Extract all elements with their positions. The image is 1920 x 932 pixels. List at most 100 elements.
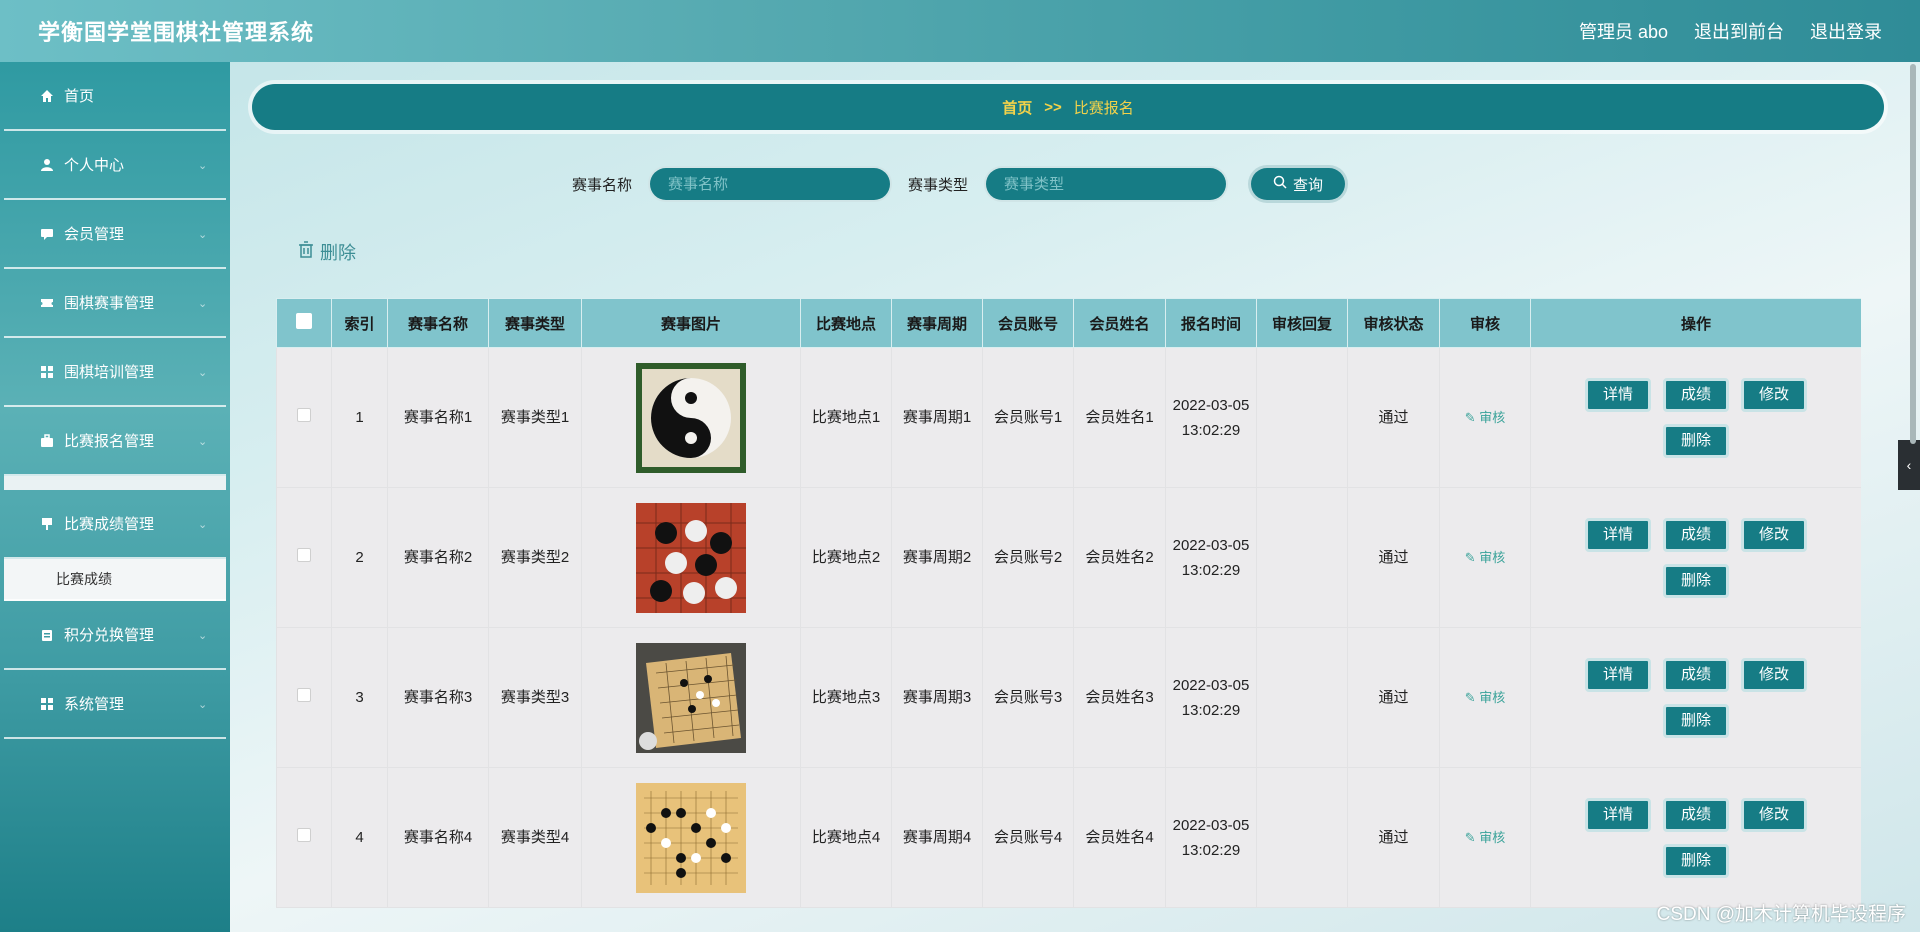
audit-link[interactable]: ✎ 审核 [1465,550,1506,565]
row-checkbox[interactable] [297,688,311,702]
batch-delete-button[interactable]: 删除 [298,239,356,265]
chevron-down-icon: ⌄ [198,629,208,642]
index-cell: 4 [331,767,388,908]
table-row: 3 赛事名称3 赛事类型3 比赛地点3 赛事周期3 会员账号3 会员姓名3 20… [276,627,1861,768]
signup-time-cell: 2022-03-05 13:02:29 [1165,767,1257,908]
audit-reply-cell [1256,347,1348,488]
sidebar-item-label: 积分兑换管理 [64,627,155,644]
audit-label: 审核 [1479,410,1506,425]
sidebar-item-label: 会员管理 [64,226,125,243]
audit-link[interactable]: ✎ 审核 [1465,830,1506,845]
delete-button[interactable]: 删除 [1663,843,1729,878]
event-type-cell: 赛事类型2 [488,487,582,628]
breadcrumb-current: 比赛报名 [1073,99,1134,117]
column-header: 审核状态 [1347,298,1440,348]
signup-time-cell: 2022-03-05 13:02:29 [1165,627,1257,768]
index-cell: 2 [331,487,388,628]
sidebar-item-event-management[interactable]: 围棋赛事管理 ⌄ [4,269,226,338]
audit-link[interactable]: ✎ 审核 [1465,410,1506,425]
column-header: 赛事名称 [387,298,489,348]
audit-status-cell: 通过 [1347,347,1440,488]
row-checkbox[interactable] [297,828,311,842]
row-checkbox[interactable] [297,408,311,422]
chevron-down-icon: ⌄ [198,366,208,379]
sidebar-item-points-management[interactable]: 积分兑换管理 ⌄ [4,601,226,670]
event-name-label: 赛事名称 [571,176,632,194]
event-image [636,502,746,613]
column-header: 赛事周期 [891,298,983,348]
place-cell: 比赛地点3 [800,627,892,768]
place-cell: 比赛地点1 [800,347,892,488]
edit-button[interactable]: 修改 [1741,657,1807,692]
column-header: 操作 [1530,298,1861,348]
sidebar-item-score-management[interactable]: 比赛成绩管理 ⌄ [4,490,226,559]
event-name-input[interactable] [648,166,892,202]
chevron-down-icon: ⌄ [198,518,208,531]
edit-button[interactable]: 修改 [1741,797,1807,832]
grid-icon [38,695,56,713]
sidebar-item-registration-management[interactable]: 比赛报名管理 ⌄ [4,407,226,476]
sidebar-divider [4,476,226,490]
period-cell: 赛事周期4 [891,767,983,908]
column-header: 比赛地点 [800,298,892,348]
column-header: 审核回复 [1256,298,1348,348]
signup-time-cell: 2022-03-05 13:02:29 [1165,487,1257,628]
chevron-down-icon: ⌄ [198,698,208,711]
signup-time-cell: 2022-03-05 13:02:29 [1165,347,1257,488]
score-button[interactable]: 成绩 [1663,377,1729,412]
index-cell: 1 [331,347,388,488]
member-name-cell: 会员姓名2 [1073,487,1166,628]
row-checkbox[interactable] [297,548,311,562]
grid-icon [38,363,56,381]
column-header: 会员姓名 [1073,298,1166,348]
detail-button[interactable]: 详情 [1585,797,1651,832]
exit-to-front-link[interactable]: 退出到前台 [1694,18,1784,44]
event-image [636,362,746,473]
breadcrumb: 首页 >> 比赛报名 [252,84,1884,130]
sidebar-item-home[interactable]: 首页 [4,62,226,131]
row-actions: 详情 成绩 修改 删除 [1576,377,1816,458]
detail-button[interactable]: 详情 [1585,517,1651,552]
sidebar-item-label: 比赛成绩管理 [64,516,155,533]
period-cell: 赛事周期2 [891,487,983,628]
sidebar-item-member-management[interactable]: 会员管理 ⌄ [4,200,226,269]
table-row: 4 赛事名称4 赛事类型4 比赛地点4 赛事周期4 会员账号4 会员姓名4 20… [276,767,1861,908]
clipboard-icon [38,626,56,644]
audit-reply-cell [1256,487,1348,628]
sidebar-item-training-management[interactable]: 围棋培训管理 ⌄ [4,338,226,407]
audit-link[interactable]: ✎ 审核 [1465,690,1506,705]
column-header: 赛事图片 [581,298,801,348]
header-actions: 管理员 abo 退出到前台 退出登录 [1579,18,1882,44]
score-button[interactable]: 成绩 [1663,517,1729,552]
batch-delete-label: 删除 [320,243,356,263]
delete-button[interactable]: 删除 [1663,423,1729,458]
score-button[interactable]: 成绩 [1663,657,1729,692]
briefcase-icon [38,432,56,450]
query-button[interactable]: 查询 [1248,165,1349,203]
event-image [636,642,746,753]
delete-button[interactable]: 删除 [1663,703,1729,738]
column-header: 索引 [331,298,388,348]
select-all-checkbox[interactable] [296,313,312,329]
delete-button[interactable]: 删除 [1663,563,1729,598]
detail-button[interactable]: 详情 [1585,377,1651,412]
edit-button[interactable]: 修改 [1741,377,1807,412]
account-cell: 会员账号4 [982,767,1074,908]
event-type-cell: 赛事类型3 [488,627,582,768]
audit-status-cell: 通过 [1347,767,1440,908]
account-cell: 会员账号2 [982,487,1074,628]
logout-link[interactable]: 退出登录 [1810,18,1882,44]
breadcrumb-home[interactable]: 首页 [1002,97,1032,118]
select-all-cell[interactable] [276,298,332,348]
event-type-input[interactable] [984,166,1229,202]
row-actions: 详情 成绩 修改 删除 [1576,657,1816,738]
audit-reply-cell [1256,767,1348,908]
detail-button[interactable]: 详情 [1585,657,1651,692]
score-button[interactable]: 成绩 [1663,797,1729,832]
edit-button[interactable]: 修改 [1741,517,1807,552]
scrollbar-thumb[interactable] [1910,64,1916,444]
sidebar-subitem-score[interactable]: 比赛成绩 [4,559,226,601]
place-cell: 比赛地点2 [800,487,892,628]
sidebar-item-system-management[interactable]: 系统管理 ⌄ [4,670,226,739]
page-scrollbar[interactable] [1908,62,1918,932]
